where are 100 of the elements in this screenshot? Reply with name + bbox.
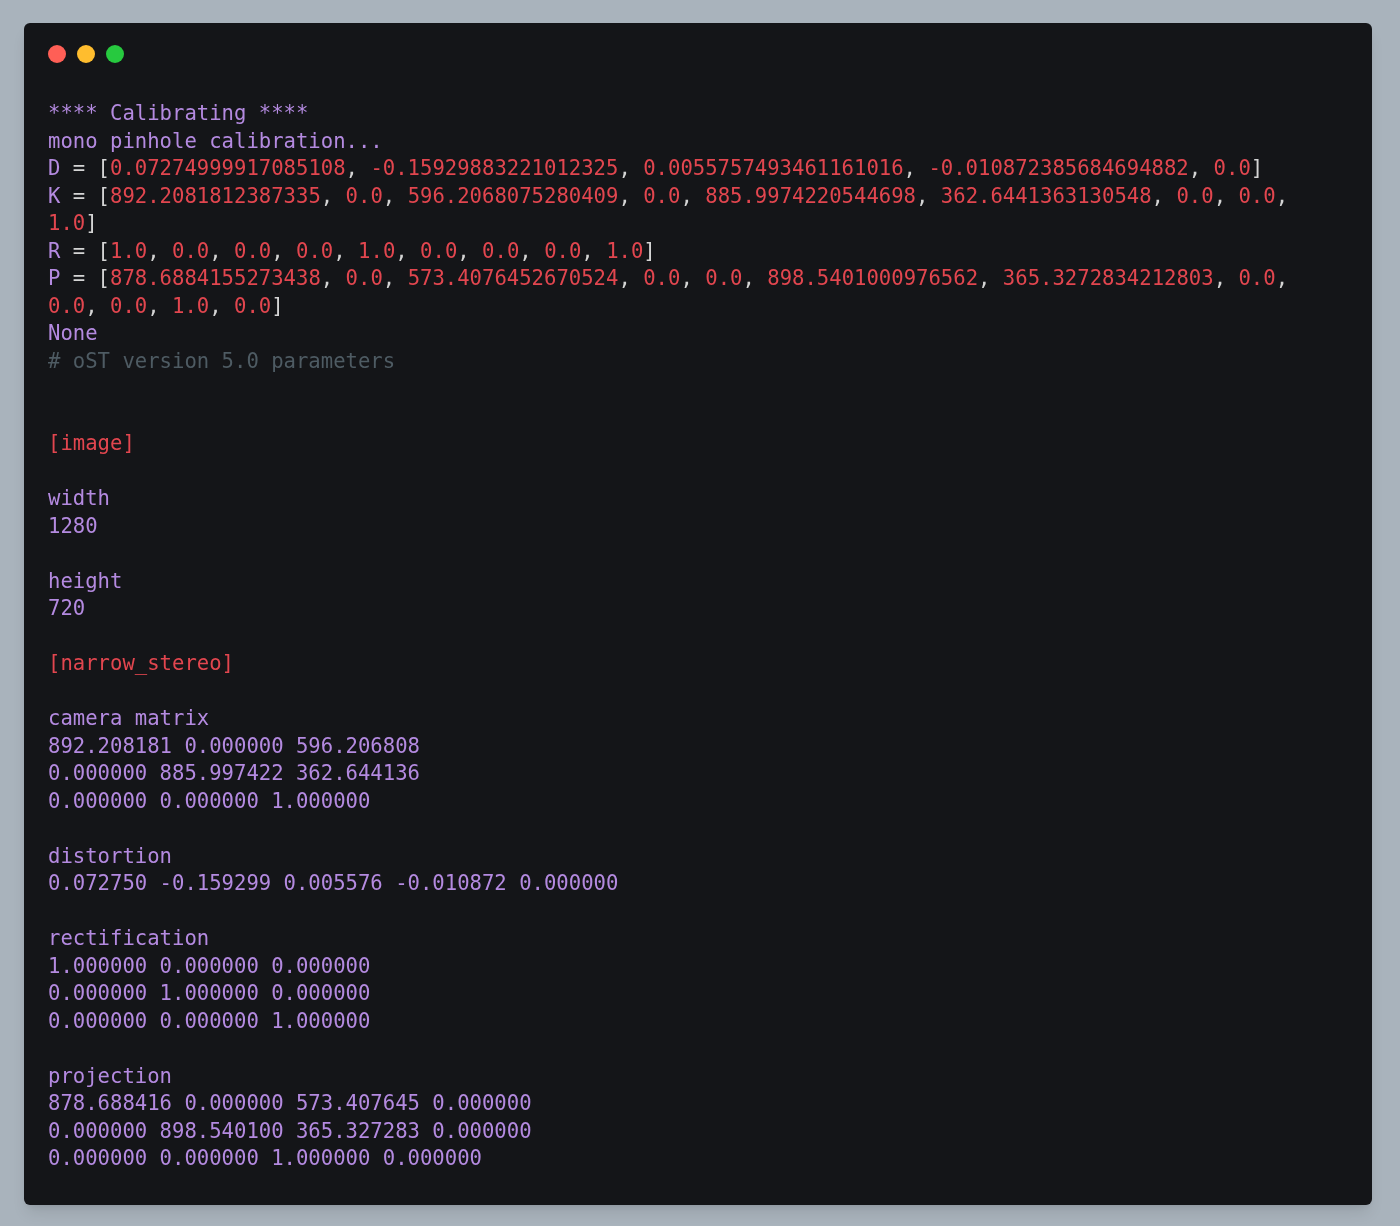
punctuation-text: ,: [147, 238, 161, 263]
number-value: 0.0: [1213, 156, 1251, 180]
number-value: 0.0: [172, 238, 210, 263]
number-value: 0.0: [234, 238, 272, 263]
number-value: 362.6441363130548: [940, 183, 1152, 208]
output-text: 720: [48, 596, 86, 620]
output-text: 1.000000 0.000000 0.000000: [48, 953, 371, 978]
section-header: [narrow_stereo]: [48, 651, 234, 675]
punctuation-text: ,: [519, 238, 533, 263]
number-value: 885.9974220544698: [705, 183, 916, 208]
punctuation-text: ,: [916, 183, 930, 208]
punctuation-text: ,: [1213, 266, 1228, 290]
punctuation-text: = [: [71, 266, 110, 290]
punctuation-text: ,: [1275, 266, 1289, 290]
output-text: **** Calibrating ****: [48, 101, 309, 125]
number-value: 0.0: [482, 238, 520, 263]
number-value: -0.15929883221012325: [370, 156, 619, 180]
punctuation-text: ,: [618, 266, 632, 290]
number-value: 0.0: [296, 238, 334, 263]
output-text: R: [48, 238, 61, 263]
number-value: 573.4076452670524: [407, 266, 619, 290]
number-value: 0.0: [345, 183, 383, 208]
output-text: 0.000000 885.997422 362.644136: [48, 761, 420, 785]
output-text: distortion: [48, 843, 172, 868]
output-text: rectification: [48, 926, 210, 950]
punctuation-text: ,: [382, 266, 397, 290]
punctuation-text: ]: [271, 293, 284, 318]
number-value: 596.2068075280409: [407, 183, 619, 208]
number-value: -0.010872385684694882: [928, 156, 1189, 180]
punctuation-text: ,: [320, 183, 335, 208]
output-text: mono pinhole calibration...: [48, 128, 383, 153]
number-value: 0.0: [345, 266, 383, 290]
number-value: 0.0: [705, 266, 743, 290]
number-value: 1.0: [110, 238, 148, 263]
punctuation-text: ]: [1250, 156, 1264, 180]
number-value: 0.0: [420, 238, 458, 263]
comment-text: # oST version 5.0 parameters: [48, 348, 396, 373]
punctuation-text: ,: [345, 156, 359, 180]
number-value: 0.0: [643, 183, 681, 208]
number-value: 0.0: [1176, 183, 1214, 208]
number-value: 0.0: [234, 293, 272, 318]
punctuation-text: ,: [147, 293, 161, 318]
punctuation-text: ,: [85, 293, 99, 318]
output-text: 0.000000 1.000000 0.000000: [48, 981, 371, 1005]
output-text: 0.000000 0.000000 1.000000: [48, 788, 371, 813]
punctuation-text: ,: [1188, 156, 1203, 180]
number-value: 1.0: [358, 238, 396, 263]
number-value: 898.5401000976562: [767, 266, 979, 290]
punctuation-text: ,: [903, 156, 917, 180]
punctuation-text: ,: [209, 293, 223, 318]
punctuation-text: ,: [581, 238, 595, 263]
number-value: 892.2081812387335: [110, 183, 321, 208]
number-value: 0.0: [643, 266, 681, 290]
output-text: 1280: [48, 513, 98, 538]
punctuation-text: ,: [271, 238, 285, 263]
punctuation-text: ]: [85, 211, 98, 235]
output-text: 0.000000 0.000000 1.000000: [48, 1008, 371, 1033]
number-value: 878.6884155273438: [110, 266, 321, 290]
output-text: projection: [48, 1063, 172, 1088]
output-text: P: [48, 266, 61, 290]
number-value: 0.0: [110, 293, 148, 318]
punctuation-text: ,: [395, 238, 409, 263]
number-value: 0.0: [1238, 183, 1276, 208]
punctuation-text: ,: [742, 266, 756, 290]
punctuation-text: ,: [618, 183, 632, 208]
number-value: 365.3272834212803: [1002, 266, 1214, 290]
punctuation-text: ,: [1275, 183, 1289, 208]
punctuation-text: ,: [320, 266, 335, 290]
output-text: K: [48, 183, 61, 208]
punctuation-text: ,: [978, 266, 992, 290]
output-text: 878.688416 0.000000 573.407645 0.000000: [48, 1091, 532, 1115]
number-value: 0.0: [48, 293, 86, 318]
number-value: 1.0: [606, 238, 644, 263]
number-value: 1.0: [172, 293, 210, 318]
punctuation-text: ]: [643, 238, 656, 263]
punctuation-text: ,: [457, 238, 471, 263]
punctuation-text: ,: [1213, 183, 1228, 208]
section-header: [image]: [48, 431, 135, 455]
punctuation-text: ,: [618, 156, 632, 180]
output-text: 0.000000 898.540100 365.327283 0.000000: [48, 1118, 532, 1143]
number-value: 1.0: [48, 211, 86, 235]
number-value: 0.0055757493461161016: [643, 156, 904, 180]
number-value: 0.07274999917085108: [110, 156, 346, 180]
output-text: height: [48, 568, 123, 593]
punctuation-text: ,: [1151, 183, 1165, 208]
number-value: 0.0: [544, 238, 582, 263]
punctuation-text: = [: [71, 156, 110, 180]
number-value: 0.0: [1238, 266, 1276, 290]
punctuation-text: ,: [333, 238, 347, 263]
output-text: D: [48, 156, 61, 180]
punctuation-text: ,: [680, 266, 694, 290]
output-text: 892.208181 0.000000 596.206808: [48, 733, 420, 758]
output-text: 0.000000 0.000000 1.000000 0.000000: [48, 1146, 482, 1170]
punctuation-text: ,: [209, 238, 223, 263]
output-text: None: [48, 321, 98, 345]
punctuation-text: ,: [680, 183, 694, 208]
punctuation-text: ,: [382, 183, 397, 208]
output-text: camera matrix: [48, 706, 210, 730]
output-text: width: [48, 486, 110, 510]
output-text: 0.072750 -0.159299 0.005576 -0.010872 0.000000: [48, 871, 619, 895]
